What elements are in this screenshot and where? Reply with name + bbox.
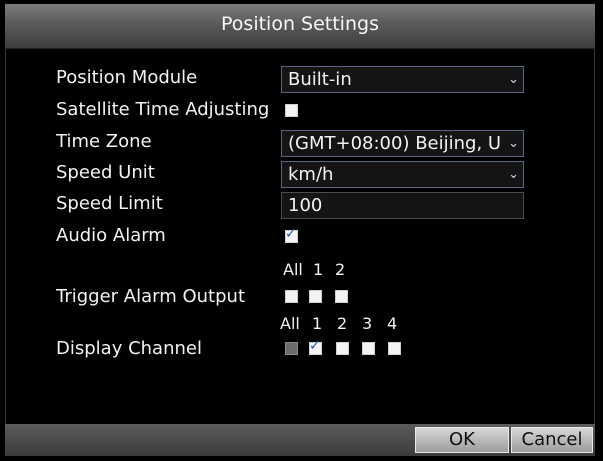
time-zone-select[interactable]: (GMT+08:00) Beijing, U ⌄: [281, 130, 524, 157]
display-channel-header-2: 2: [337, 314, 348, 333]
display-channel-checkbox-1[interactable]: [309, 338, 322, 355]
display-channel-header-4: 4: [387, 314, 398, 333]
satellite-time-adjusting-checkbox[interactable]: [285, 104, 298, 117]
position-module-value: Built-in: [288, 69, 352, 90]
trigger-alarm-header-2: 2: [335, 260, 346, 279]
trigger-alarm-header-all: All: [283, 260, 303, 279]
time-zone-label: Time Zone: [56, 131, 152, 152]
trigger-alarm-checkbox-all[interactable]: [285, 290, 298, 303]
chevron-down-icon: ⌄: [508, 72, 519, 87]
chevron-down-icon: ⌄: [506, 131, 519, 156]
position-module-select[interactable]: Built-in ⌄: [281, 66, 524, 93]
display-channel-header-1: 1: [312, 314, 323, 333]
audio-alarm-label: Audio Alarm: [56, 225, 166, 246]
display-channel-checkbox-3[interactable]: [362, 342, 375, 355]
speed-unit-label: Speed Unit: [56, 162, 155, 183]
display-channel-header-3: 3: [362, 314, 373, 333]
speed-limit-input[interactable]: 100: [281, 192, 524, 219]
chevron-down-icon: ⌄: [508, 167, 519, 182]
display-channel-checkbox-4[interactable]: [388, 342, 401, 355]
time-zone-value: (GMT+08:00) Beijing, U: [288, 133, 502, 154]
display-channel-header-all: All: [280, 314, 300, 333]
dialog-window: Position Settings Position Module Built-…: [0, 0, 603, 461]
speed-unit-value: km/h: [288, 164, 334, 185]
trigger-alarm-checkbox-2[interactable]: [335, 290, 348, 303]
display-channel-checkbox-2[interactable]: [336, 342, 349, 355]
trigger-alarm-checkbox-1[interactable]: [309, 290, 322, 303]
audio-alarm-checkbox[interactable]: [285, 226, 298, 243]
ok-button[interactable]: OK: [415, 427, 509, 453]
display-channel-label: Display Channel: [56, 338, 202, 359]
cancel-button[interactable]: Cancel: [511, 427, 593, 453]
satellite-time-adjusting-label: Satellite Time Adjusting: [56, 99, 270, 120]
display-channel-checkbox-all[interactable]: [285, 342, 298, 355]
trigger-alarm-header-1: 1: [313, 260, 324, 279]
dialog-title: Position Settings: [221, 13, 379, 35]
speed-limit-label: Speed Limit: [56, 193, 163, 214]
speed-unit-select[interactable]: km/h ⌄: [281, 161, 524, 188]
title-bar: Position Settings: [5, 4, 595, 49]
position-module-label: Position Module: [56, 67, 198, 88]
trigger-alarm-output-label: Trigger Alarm Output: [56, 286, 246, 307]
